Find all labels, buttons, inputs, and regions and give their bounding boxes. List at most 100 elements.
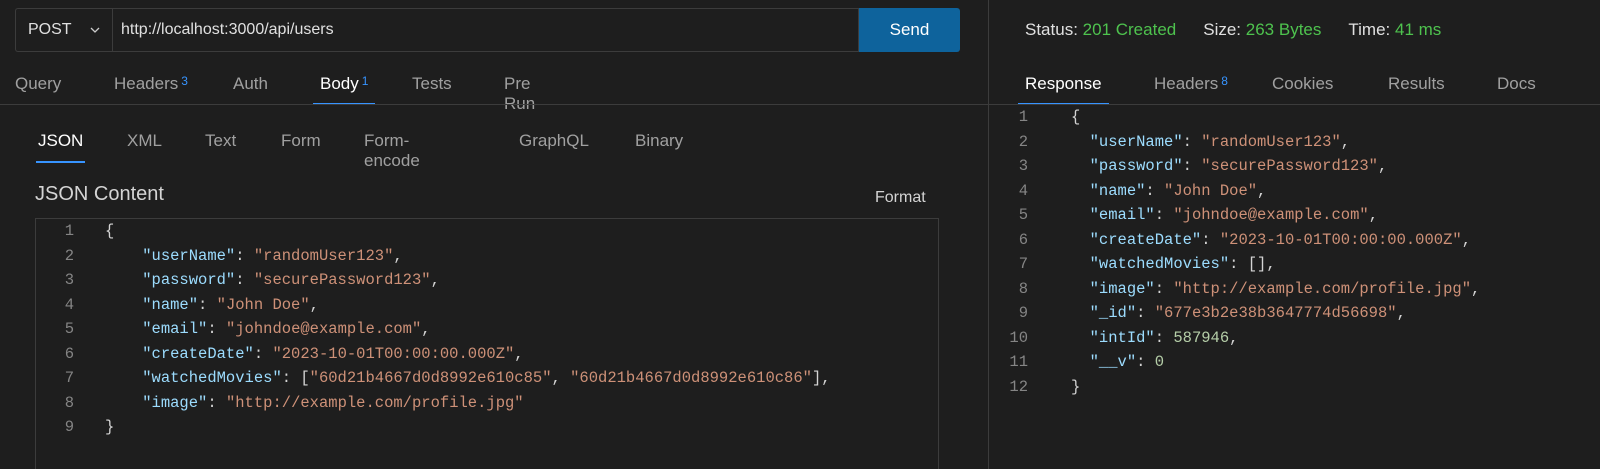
response-tab-label: Headers bbox=[1154, 74, 1219, 93]
time-value: 41 ms bbox=[1394, 20, 1442, 39]
code-text: "intId": 587946, bbox=[1089, 328, 1239, 347]
url-bar: POST http://localhost:3000/api/users Sen… bbox=[15, 8, 960, 52]
request-tab-query[interactable]: Query bbox=[15, 62, 61, 105]
line-number: 6 bbox=[64, 344, 74, 363]
line-number: 12 bbox=[1009, 377, 1028, 396]
response-code-line: 3 "password": "securePassword123", bbox=[989, 154, 1600, 179]
code-text: { bbox=[105, 222, 115, 240]
request-tab-label: Auth bbox=[233, 74, 268, 93]
url-text: http://localhost:3000/api/users bbox=[121, 21, 334, 38]
request-tab-badge: 3 bbox=[181, 74, 188, 88]
request-code-line: 9} bbox=[36, 415, 938, 440]
time-label: Time: bbox=[1348, 20, 1391, 39]
line-number: 8 bbox=[64, 393, 74, 412]
body-type-text[interactable]: Text bbox=[205, 131, 236, 163]
code-text: "createDate": "2023-10-01T00:00:00.000Z"… bbox=[142, 344, 524, 363]
size-value: 263 Bytes bbox=[1245, 20, 1322, 39]
request-tab-label: Query bbox=[15, 74, 62, 93]
response-code-line: 10 "intId": 587946, bbox=[989, 326, 1600, 351]
body-type-graphql[interactable]: GraphQL bbox=[519, 131, 589, 163]
request-code-line: 8 "image": "http://example.com/profile.j… bbox=[36, 391, 938, 416]
response-code-line: 9 "_id": "677e3b2e38b3647774d56698", bbox=[989, 301, 1600, 326]
line-number: 4 bbox=[1018, 181, 1028, 200]
request-tab-pre-run[interactable]: Pre Run bbox=[504, 62, 535, 113]
response-tab-label: Cookies bbox=[1272, 74, 1334, 93]
method-label: POST bbox=[28, 21, 72, 38]
response-tab-label: Docs bbox=[1497, 74, 1536, 93]
response-tab-headers[interactable]: Headers 8 bbox=[1154, 62, 1228, 105]
request-tab-auth[interactable]: Auth bbox=[233, 62, 268, 105]
request-code-line: 6 "createDate": "2023-10-01T00:00:00.000… bbox=[36, 342, 938, 367]
line-number: 5 bbox=[1018, 206, 1028, 224]
response-code-line: 8 "image": "http://example.com/profile.j… bbox=[989, 277, 1600, 302]
line-number: 3 bbox=[64, 271, 74, 289]
line-number: 9 bbox=[64, 418, 74, 436]
request-code-line: 4 "name": "John Doe", bbox=[36, 293, 938, 318]
line-number: 8 bbox=[1018, 279, 1028, 298]
request-tab-headers[interactable]: Headers 3 bbox=[114, 62, 188, 105]
code-text: "name": "John Doe", bbox=[142, 295, 319, 314]
body-type-form[interactable]: Form bbox=[281, 131, 321, 163]
request-code-line: 3 "password": "securePassword123", bbox=[36, 268, 938, 293]
response-code-line: 11 "__v": 0 bbox=[989, 350, 1600, 375]
code-text: "name": "John Doe", bbox=[1089, 181, 1267, 200]
code-text: "userName": "randomUser123", bbox=[142, 246, 403, 265]
request-tabs-divider bbox=[0, 104, 988, 105]
request-tab-label: Pre Run bbox=[504, 74, 536, 113]
code-text: "_id": "677e3b2e38b3647774d56698", bbox=[1089, 304, 1406, 322]
size-item: Size: 263 Bytes bbox=[1203, 20, 1321, 40]
request-body-editor[interactable]: 1{2 "userName": "randomUser123", 3 "passw… bbox=[35, 218, 939, 469]
size-label: Size: bbox=[1203, 20, 1242, 39]
code-text: "watchedMovies": ["60d21b4667d0d8992e610… bbox=[142, 369, 831, 387]
format-button[interactable]: Format bbox=[875, 189, 926, 207]
response-tabs: Response Headers 8 Cookies Results Docs bbox=[989, 62, 1600, 105]
line-number: 10 bbox=[1009, 328, 1028, 347]
code-text: } bbox=[1071, 377, 1081, 396]
body-type-binary[interactable]: Binary bbox=[635, 131, 683, 163]
response-tab-response[interactable]: Response bbox=[1018, 62, 1109, 105]
response-code-line: 6 "createDate": "2023-10-01T00:00:00.000… bbox=[989, 228, 1600, 253]
response-panel: Status: 201 Created Size: 263 Bytes Time… bbox=[989, 0, 1600, 469]
code-text: { bbox=[1071, 108, 1081, 126]
response-tab-label: Response bbox=[1025, 74, 1102, 93]
response-code-line: 5 "email": "johndoe@example.com", bbox=[989, 203, 1600, 228]
response-tab-docs[interactable]: Docs bbox=[1497, 62, 1536, 105]
body-type-xml[interactable]: XML bbox=[127, 131, 162, 163]
line-number: 1 bbox=[1018, 108, 1028, 126]
response-code-line: 12} bbox=[989, 375, 1600, 400]
code-text: "email": "johndoe@example.com", bbox=[1089, 206, 1378, 224]
response-tab-cookies[interactable]: Cookies bbox=[1272, 62, 1333, 105]
method-select[interactable]: POST bbox=[15, 8, 112, 52]
response-tab-badge: 8 bbox=[1221, 74, 1228, 88]
code-text: "__v": 0 bbox=[1089, 353, 1165, 371]
response-tab-results[interactable]: Results bbox=[1388, 62, 1445, 105]
line-number: 7 bbox=[64, 369, 74, 387]
status-item: Status: 201 Created bbox=[1025, 20, 1176, 40]
request-panel: POST http://localhost:3000/api/users Sen… bbox=[0, 0, 988, 469]
code-text: "createDate": "2023-10-01T00:00:00.000Z"… bbox=[1089, 230, 1471, 249]
line-number: 6 bbox=[1018, 230, 1028, 249]
body-type-form-encode[interactable]: Form-encode bbox=[364, 131, 420, 170]
request-tab-label: Tests bbox=[412, 74, 452, 93]
request-tab-tests[interactable]: Tests bbox=[412, 62, 452, 105]
code-text: "image": "http://example.com/profile.jpg… bbox=[1089, 279, 1481, 298]
line-number: 4 bbox=[64, 295, 74, 314]
response-code-line: 2 "userName": "randomUser123", bbox=[989, 130, 1600, 155]
chevron-down-icon bbox=[90, 27, 100, 33]
json-content-title: JSON Content bbox=[35, 183, 164, 205]
line-number: 9 bbox=[1018, 304, 1028, 322]
send-button[interactable]: Send bbox=[859, 8, 960, 52]
response-tab-label: Results bbox=[1388, 74, 1445, 93]
line-number: 2 bbox=[1018, 132, 1028, 151]
request-code-line: 5 "email": "johndoe@example.com", bbox=[36, 317, 938, 342]
code-text: "userName": "randomUser123", bbox=[1089, 132, 1351, 151]
url-input[interactable]: http://localhost:3000/api/users bbox=[112, 8, 859, 52]
code-text: "watchedMovies": [], bbox=[1089, 255, 1276, 273]
request-tab-body[interactable]: Body 1 bbox=[312, 62, 376, 105]
response-code-line: 1{ bbox=[989, 105, 1600, 130]
line-number: 7 bbox=[1018, 255, 1028, 273]
body-type-json[interactable]: JSON bbox=[35, 131, 86, 163]
line-number: 11 bbox=[1009, 353, 1028, 371]
request-code-line: 2 "userName": "randomUser123", bbox=[36, 244, 938, 269]
request-code-line: 7 "watchedMovies": ["60d21b4667d0d8992e6… bbox=[36, 366, 938, 391]
